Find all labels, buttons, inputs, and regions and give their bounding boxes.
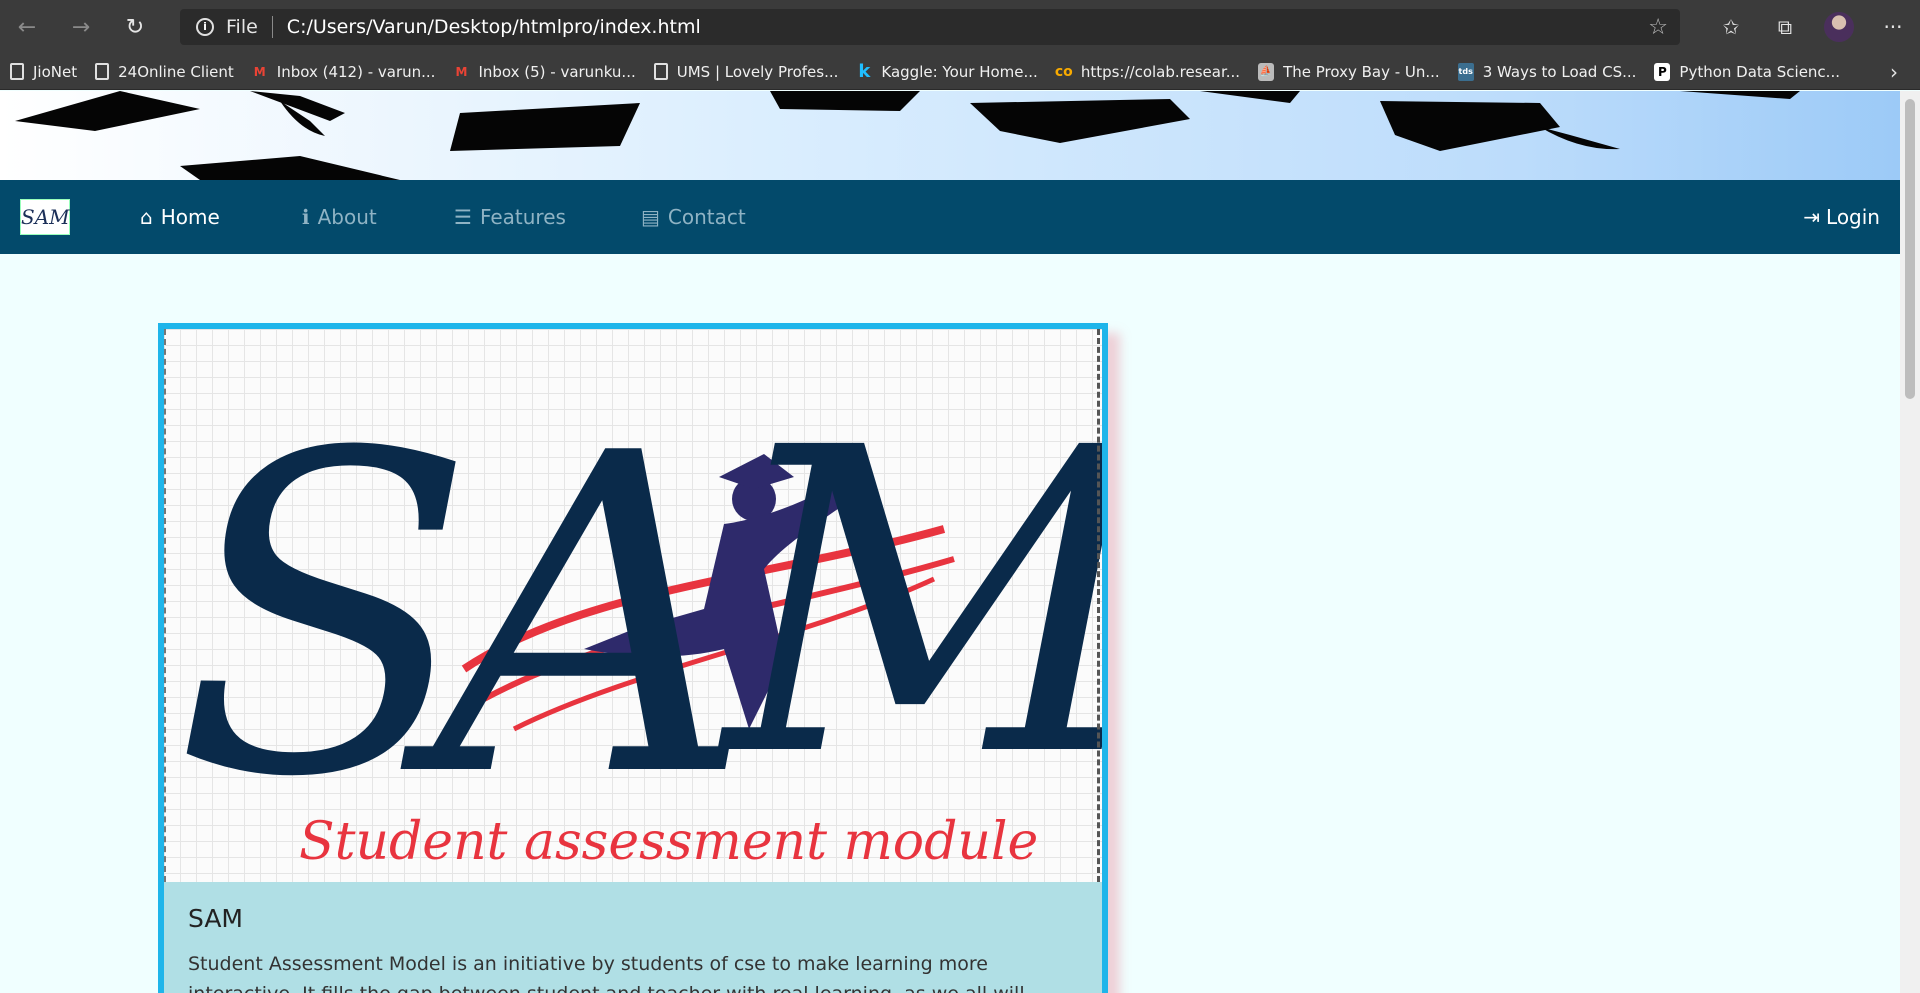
nav-item-features[interactable]: ☰ Features	[454, 180, 566, 254]
logo-letter-m: M	[717, 360, 1102, 849]
image-border-right	[1097, 329, 1100, 882]
avatar	[1824, 12, 1854, 42]
refresh-button[interactable]: ↻	[108, 0, 162, 54]
bookmark-label: https://colab.resear...	[1080, 62, 1241, 81]
favorites-list-icon: ✩	[1722, 15, 1740, 39]
bookmark-ums[interactable]: UMS | Lovely Profes...	[653, 62, 839, 81]
address-bar[interactable]: i File C:/Users/Varun/Desktop/htmlpro/in…	[180, 9, 1680, 45]
nav-item-label: About	[317, 205, 377, 229]
info-icon[interactable]: i	[196, 18, 214, 36]
page-scrollbar[interactable]	[1900, 91, 1920, 993]
scheme-label: File	[226, 16, 258, 38]
login-button[interactable]: ⇥ Login	[1803, 180, 1880, 254]
bookmark-label: JioNet	[33, 62, 78, 81]
bookmark-label: 3 Ways to Load CS...	[1482, 62, 1637, 81]
logo-letter-a: A	[400, 361, 752, 873]
graduation-cap-icon	[15, 91, 1800, 180]
refresh-icon: ↻	[125, 14, 145, 40]
favorites-button[interactable]: ✩	[1704, 0, 1758, 54]
graduation-caps-banner	[0, 91, 1900, 180]
main-navbar: SAM ⌂ Home ℹ About ☰ Features ▤ Contact ⇥ Log…	[0, 180, 1900, 254]
gmail-icon: M	[455, 64, 468, 79]
bookmark-label: UMS | Lovely Profes...	[676, 62, 839, 81]
sam-logo-image: S A M Student assessment module	[164, 329, 1102, 882]
tds-icon: tds	[1457, 62, 1474, 81]
p-icon: P	[1654, 62, 1671, 81]
page-icon	[10, 63, 24, 80]
bookmark-colab[interactable]: co https://colab.resear...	[1054, 62, 1241, 81]
nav-item-about[interactable]: ℹ About	[302, 180, 377, 254]
nav-item-label: Contact	[667, 205, 746, 229]
address-separator	[271, 16, 273, 38]
gmail-icon: M	[253, 64, 266, 79]
logo-subtitle: Student assessment module	[299, 812, 1038, 872]
page-icon	[653, 63, 668, 80]
scrollbar-thumb[interactable]	[1905, 99, 1915, 399]
nav-item-label: Features	[479, 205, 566, 229]
colab-icon: co	[1054, 63, 1073, 80]
login-label: Login	[1826, 205, 1880, 229]
bookmark-label: Python Data Scienc...	[1679, 62, 1840, 81]
bookmark-24online[interactable]: 24Online Client	[95, 63, 234, 81]
bookmark-proxy-bay[interactable]: ⛵ The Proxy Bay - Un...	[1258, 62, 1440, 81]
card-body: SAM Student Assessment Model is an initi…	[164, 882, 1102, 993]
card-text: Student Assessment Model is an initiativ…	[188, 953, 1025, 993]
bookmarks-bar: JioNet 24Online Client M Inbox (412) - va…	[0, 54, 1920, 90]
brand-logo-text: SAM	[21, 205, 70, 229]
collections-icon: ⧉	[1777, 15, 1793, 39]
bookmark-label: 24Online Client	[118, 62, 234, 81]
sam-card: S A M Student assessment module SAM Stud…	[158, 323, 1108, 993]
sign-in-icon: ⇥	[1803, 205, 1821, 229]
pirate-ship-icon: ⛵	[1258, 62, 1275, 81]
toolbar-actions: ✩ ⧉ ···	[1704, 0, 1920, 54]
browser-toolbar: ← → ↻ i File C:/Users/Varun/Desktop/html…	[0, 0, 1920, 54]
contact-card-icon: ▤	[641, 205, 660, 229]
bookmark-label: Inbox (412) - varun...	[276, 62, 436, 81]
bookmark-kaggle[interactable]: k Kaggle: Your Home...	[856, 61, 1038, 82]
list-icon: ☰	[454, 205, 472, 229]
favorite-star-icon[interactable]: ☆	[1648, 15, 1668, 40]
info-icon: ℹ	[302, 205, 310, 229]
forward-button[interactable]: →	[54, 0, 108, 54]
nav-item-contact[interactable]: ▤ Contact	[641, 180, 746, 254]
image-border-left	[164, 329, 166, 882]
home-icon: ⌂	[140, 205, 153, 229]
bookmark-label: Inbox (5) - varunku...	[478, 62, 636, 81]
brand-logo[interactable]: SAM	[20, 199, 70, 235]
bookmark-label: The Proxy Bay - Un...	[1283, 62, 1440, 81]
url-text[interactable]: C:/Users/Varun/Desktop/htmlpro/index.htm…	[287, 16, 701, 38]
bookmark-python-ds[interactable]: P Python Data Scienc...	[1654, 62, 1840, 81]
sam-logo-graphic: S A M Student assessment module	[174, 360, 1102, 873]
card-title: SAM	[188, 904, 244, 933]
bookmark-jionet[interactable]: JioNet	[10, 63, 77, 81]
back-arrow-icon: ←	[17, 14, 37, 40]
bookmark-label: Kaggle: Your Home...	[881, 62, 1038, 81]
more-menu-button[interactable]: ···	[1866, 0, 1920, 54]
collections-button[interactable]: ⧉	[1758, 0, 1812, 54]
logo-letter-s: S	[174, 361, 475, 873]
forward-arrow-icon: →	[71, 14, 91, 40]
bookmark-inbox-412[interactable]: M Inbox (412) - varun...	[252, 63, 436, 81]
profile-button[interactable]	[1812, 0, 1866, 54]
kaggle-icon: k	[858, 61, 871, 82]
bookmark-load-csv[interactable]: tds 3 Ways to Load CS...	[1457, 62, 1637, 81]
ellipsis-icon: ···	[1883, 15, 1903, 39]
page-viewport: SAM ⌂ Home ℹ About ☰ Features ▤ Contact ⇥ Log…	[0, 91, 1900, 993]
page-icon	[95, 63, 110, 80]
nav-item-label: Home	[160, 205, 220, 229]
back-button[interactable]: ←	[0, 0, 54, 54]
bookmark-inbox-5[interactable]: M Inbox (5) - varunku...	[453, 63, 635, 81]
nav-item-home[interactable]: ⌂ Home	[140, 180, 220, 254]
chevron-right-icon[interactable]: ›	[1890, 60, 1898, 84]
